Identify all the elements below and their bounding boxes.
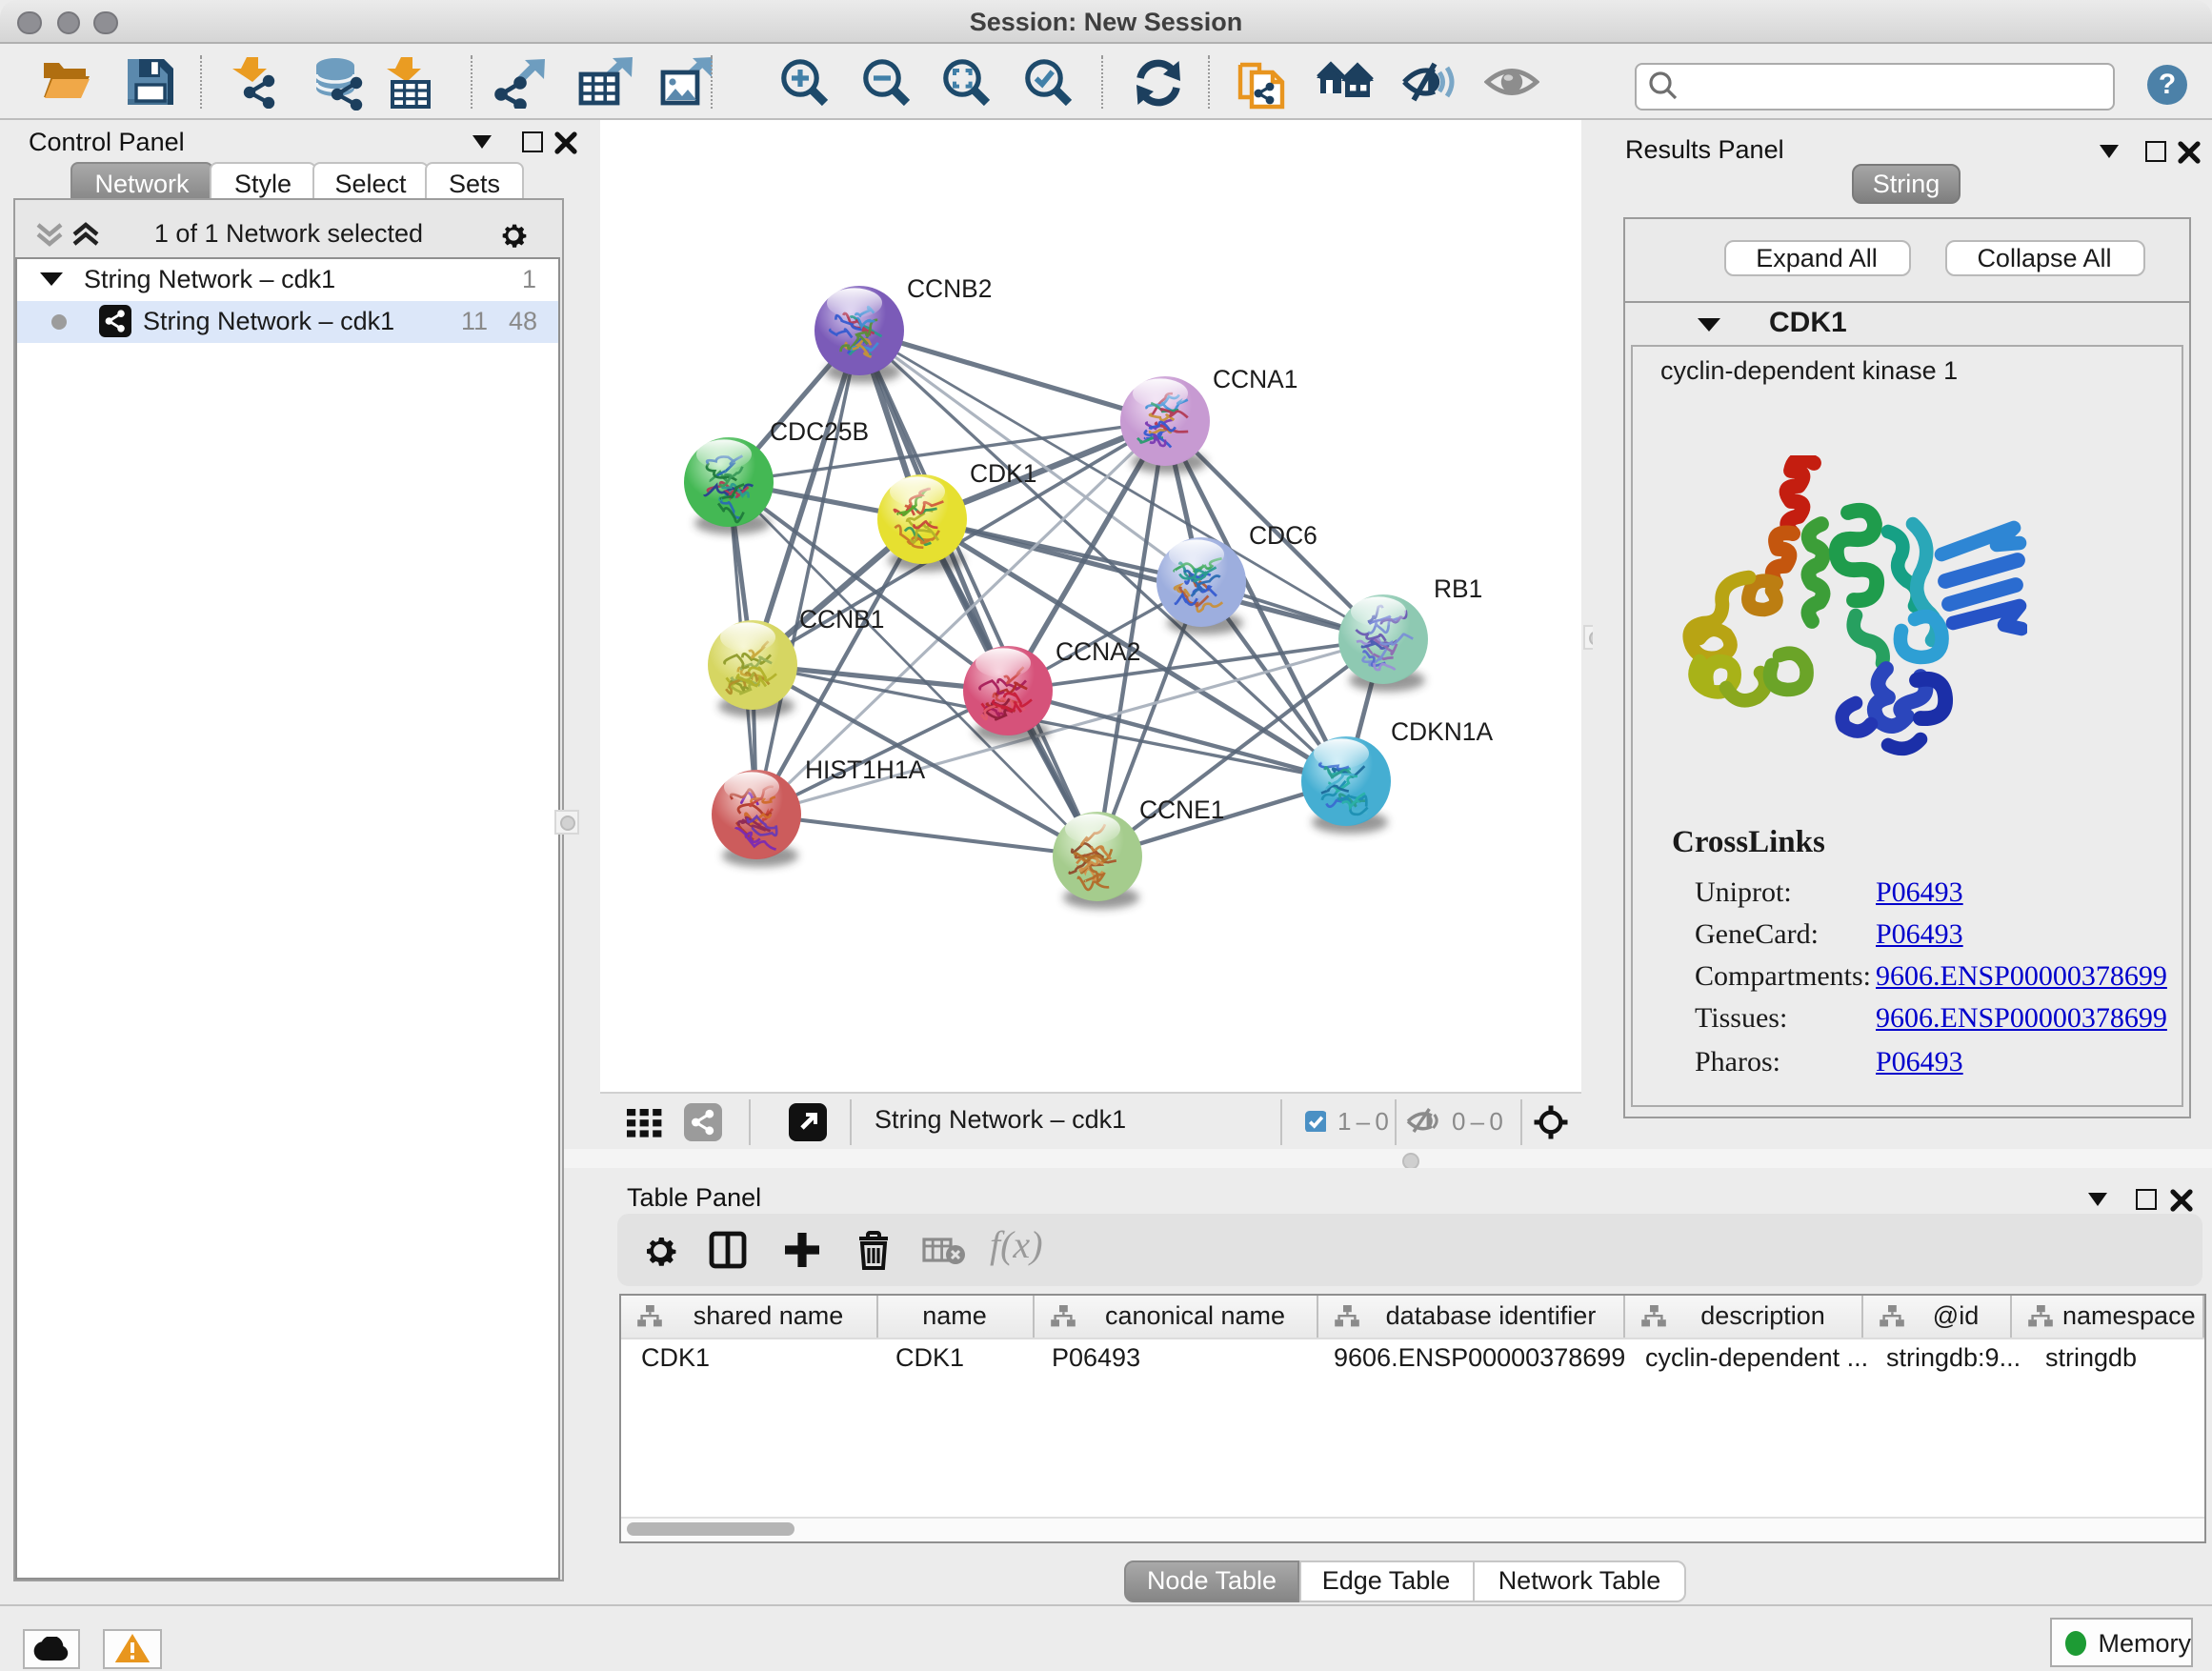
svg-text:CCNB2: CCNB2 xyxy=(907,273,992,302)
svg-text:CCNA2: CCNA2 xyxy=(1056,636,1140,665)
svg-text:HIST1H1A: HIST1H1A xyxy=(805,755,926,783)
svg-text:CDC25B: CDC25B xyxy=(770,416,869,445)
svg-text:CDKN1A: CDKN1A xyxy=(1391,716,1493,745)
svg-text:CDC6: CDC6 xyxy=(1249,520,1317,549)
svg-text:RB1: RB1 xyxy=(1434,574,1482,602)
svg-text:CCNB1: CCNB1 xyxy=(799,604,884,633)
svg-text:CCNE1: CCNE1 xyxy=(1139,795,1224,823)
svg-text:CDK1: CDK1 xyxy=(970,458,1036,487)
svg-text:CCNA1: CCNA1 xyxy=(1213,364,1297,393)
